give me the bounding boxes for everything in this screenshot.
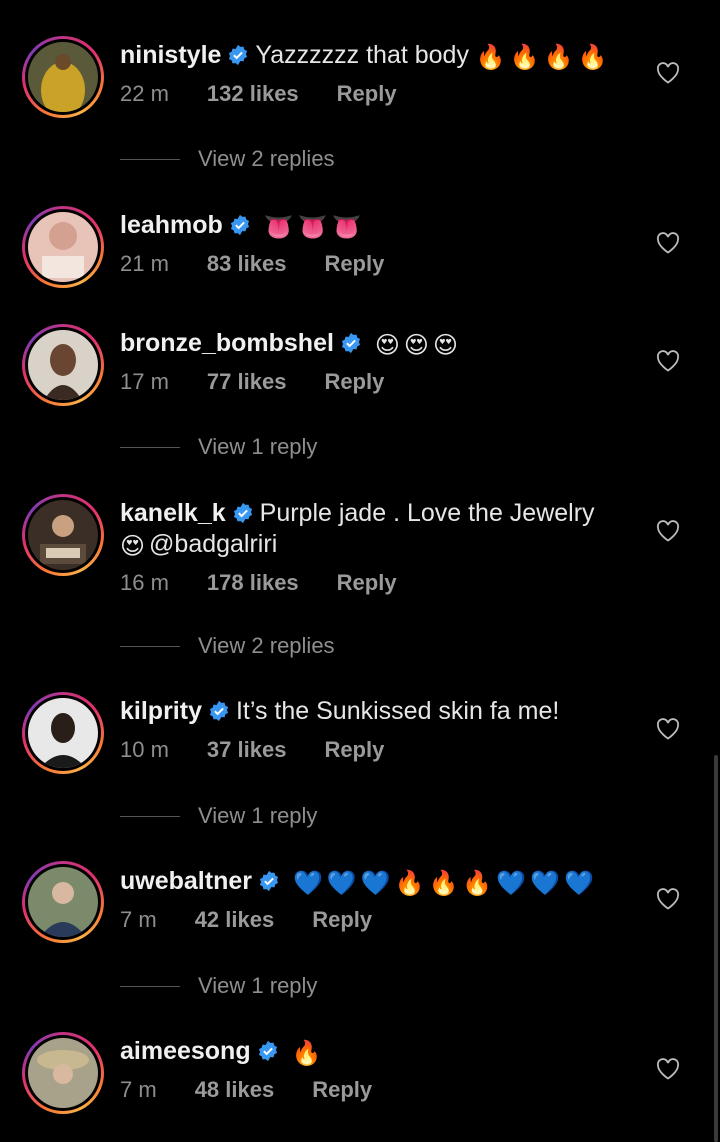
avatar-uwebaltner[interactable] [22, 861, 104, 943]
reply-button[interactable]: Reply [324, 369, 384, 394]
fire-emoji: 🔥 [543, 43, 574, 71]
tongue-emoji: 👅 [297, 213, 328, 241]
comment-time: 10 m [120, 737, 169, 762]
blue-heart-emoji: 💙 [360, 869, 391, 897]
verified-badge-icon [209, 700, 229, 722]
view-replies-label: View 1 reply [198, 803, 318, 828]
comment-time: 16 m [120, 570, 169, 595]
likes-count[interactable]: 77 likes [207, 369, 287, 394]
blue-heart-emoji: 💙 [496, 869, 527, 897]
likes-count[interactable]: 42 likes [195, 907, 275, 932]
blue-heart-emoji: 💙 [530, 869, 561, 897]
likes-count[interactable]: 37 likes [207, 737, 287, 762]
view-replies-label: View 2 replies [198, 633, 335, 658]
reply-button[interactable]: Reply [324, 737, 384, 762]
view-replies-button[interactable]: View 2 replies [120, 144, 335, 174]
heart-eyes-emoji: 😍 [374, 331, 400, 359]
fire-emoji: 🔥 [428, 869, 459, 897]
comment-username[interactable]: ninistyle [120, 41, 221, 69]
comment-time: 21 m [120, 251, 169, 276]
tongue-emoji: 👅 [263, 213, 294, 241]
divider [120, 985, 180, 987]
comment-username[interactable]: kanelk_k [120, 499, 226, 527]
view-replies-label: View 1 reply [198, 973, 318, 998]
comment-time: 7 m [120, 907, 157, 932]
divider [120, 645, 180, 647]
comment-time: 22 m [120, 81, 169, 106]
tongue-emoji: 👅 [331, 213, 362, 241]
comment-username[interactable]: uwebaltner [120, 867, 252, 895]
verified-badge-icon [258, 1040, 277, 1062]
comment-username[interactable]: leahmob [120, 211, 223, 239]
comment-username[interactable]: aimeesong [120, 1037, 251, 1065]
verified-badge-icon [259, 870, 279, 892]
comment-time: 7 m [120, 1077, 157, 1102]
scrollbar[interactable] [714, 755, 718, 1142]
heart-eyes-emoji: 😍 [120, 532, 146, 560]
blue-heart-emoji: 💙 [326, 869, 357, 897]
comment-text: Yazzzzzz that body [255, 41, 469, 69]
likes-count[interactable]: 178 likes [207, 570, 299, 595]
comment-time: 17 m [120, 369, 169, 394]
reply-button[interactable]: Reply [337, 570, 397, 595]
heart-outline-icon[interactable] [656, 520, 680, 542]
fire-emoji: 🔥 [394, 869, 425, 897]
avatar-kilprity[interactable] [22, 692, 104, 774]
verified-badge-icon [233, 502, 252, 524]
fire-emoji: 🔥 [475, 43, 506, 71]
comment-username[interactable]: kilprity [120, 697, 202, 725]
heart-eyes-emoji: 😍 [403, 331, 429, 359]
avatar-ninistyle[interactable] [22, 36, 104, 118]
likes-count[interactable]: 83 likes [207, 251, 287, 276]
blue-heart-emoji: 💙 [564, 869, 594, 897]
avatar-bronze-bombshel[interactable] [22, 324, 104, 406]
heart-outline-icon[interactable] [656, 232, 680, 254]
reply-button[interactable]: Reply [312, 1077, 372, 1102]
heart-outline-icon[interactable] [656, 62, 680, 84]
avatar-kanelk-k[interactable] [22, 494, 104, 576]
heart-outline-icon[interactable] [656, 888, 680, 910]
avatar-leahmob[interactable] [22, 206, 104, 288]
reply-button[interactable]: Reply [312, 907, 372, 932]
verified-badge-icon [230, 214, 249, 236]
avatar-aimeesong[interactable] [22, 1032, 104, 1114]
mention-link[interactable]: @badgalriri [149, 530, 277, 558]
reply-button[interactable]: Reply [337, 81, 397, 106]
view-replies-button[interactable]: View 2 replies [120, 631, 335, 661]
divider [120, 815, 180, 817]
comment-text: Purple jade . Love the Jewelry [259, 499, 595, 527]
fire-emoji: 🔥 [509, 43, 540, 71]
view-replies-label: View 1 reply [198, 434, 318, 459]
heart-eyes-emoji: 😍 [432, 331, 458, 359]
reply-button[interactable]: Reply [324, 251, 384, 276]
verified-badge-icon [341, 332, 360, 354]
blue-heart-emoji: 💙 [292, 869, 323, 897]
divider [120, 158, 180, 160]
likes-count[interactable]: 132 likes [207, 81, 299, 106]
view-replies-button[interactable]: View 1 reply [120, 432, 317, 462]
heart-outline-icon[interactable] [656, 350, 680, 372]
fire-emoji: 🔥 [291, 1039, 322, 1067]
heart-outline-icon[interactable] [656, 1058, 680, 1080]
fire-emoji: 🔥 [462, 869, 493, 897]
comment-text: It’s the Sunkissed skin fa me! [235, 697, 560, 725]
comment-username[interactable]: bronze_bombshel [120, 329, 334, 357]
view-replies-label: View 2 replies [198, 146, 335, 171]
divider [120, 446, 180, 448]
view-replies-button[interactable]: View 1 reply [120, 801, 317, 831]
heart-outline-icon[interactable] [656, 718, 680, 740]
view-replies-button[interactable]: View 1 reply [120, 971, 317, 1001]
fire-emoji: 🔥 [577, 43, 608, 71]
likes-count[interactable]: 48 likes [195, 1077, 275, 1102]
verified-badge-icon [229, 44, 248, 66]
